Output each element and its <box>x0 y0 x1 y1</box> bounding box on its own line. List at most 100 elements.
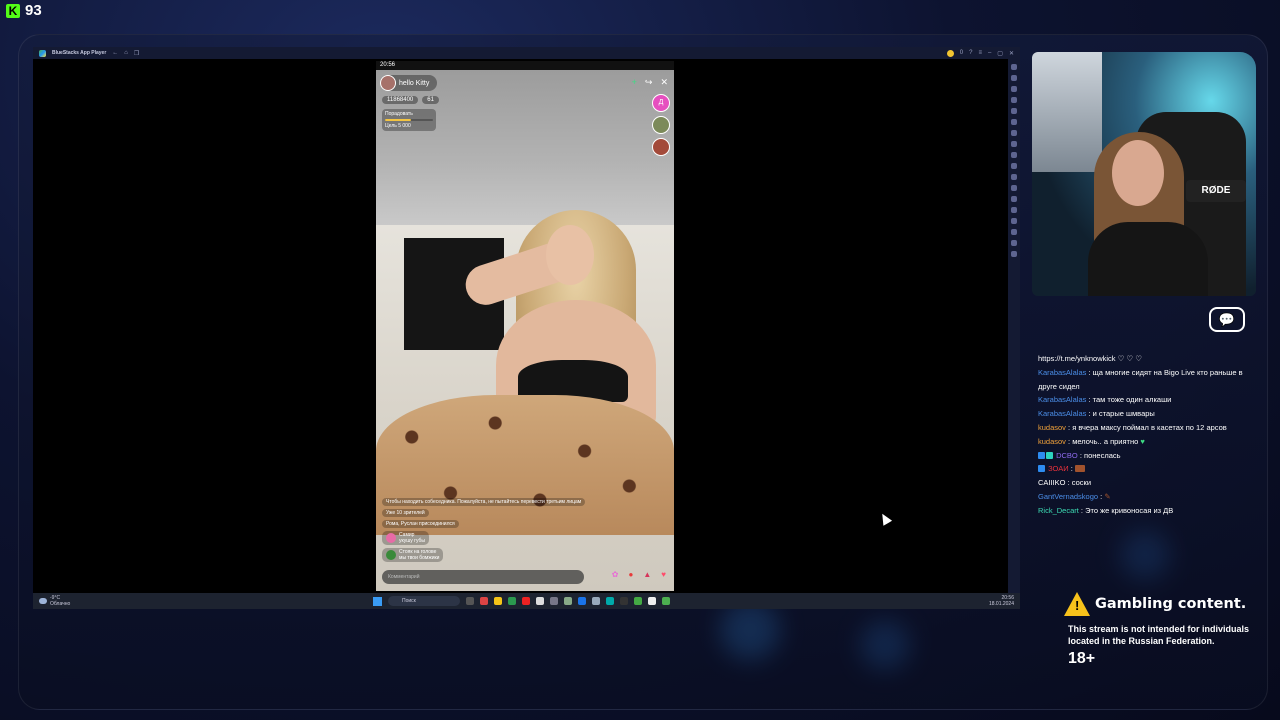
minimize-icon[interactable]: – <box>988 50 991 56</box>
chat-message: KarabasAlalas : ща многие сидят на Bigo … <box>1038 367 1243 391</box>
folder-icon[interactable] <box>494 597 502 605</box>
feed-notice: Чтобы находить собеседника. Пожалуйста, … <box>382 498 586 506</box>
chat-username[interactable]: KarabasAlalas <box>1038 368 1086 377</box>
sidebar-tool-icon[interactable] <box>1011 130 1017 136</box>
app-icon[interactable] <box>508 597 516 605</box>
phone-status-time: 20:56 <box>380 62 396 68</box>
kick-logo-icon: K <box>6 3 20 18</box>
close-icon[interactable]: ✕ <box>1009 50 1014 57</box>
chat-username[interactable]: kudasov <box>1038 437 1066 446</box>
emulator-titlebar: BlueStacks App Player ← ⌂ ❐ 0 ? ≡ – ▢ ✕ <box>33 47 1020 59</box>
chat-text: я вчера максу поймал в касетах по 12 арс… <box>1072 422 1227 432</box>
taskbar-clock[interactable]: 20:56 18.01.2024 <box>989 595 1014 607</box>
like-heart-icon[interactable]: ♥ <box>661 570 666 579</box>
webcam-background <box>1032 52 1102 172</box>
sidebar-tool-icon[interactable] <box>1011 185 1017 191</box>
sidebar-tool-icon[interactable] <box>1011 108 1017 114</box>
back-icon[interactable]: ← <box>112 50 118 56</box>
host-info[interactable]: hello Kitty <box>380 75 438 91</box>
follow-plus-icon[interactable]: + <box>632 77 637 88</box>
host-avatar[interactable] <box>380 75 396 91</box>
sidebar-tool-icon[interactable] <box>1011 196 1017 202</box>
live-feed: Чтобы находить собеседника. Пожалуйста, … <box>382 498 642 562</box>
settings-icon[interactable] <box>550 597 558 605</box>
rose-icon[interactable]: ● <box>628 570 633 579</box>
app-icon[interactable] <box>536 597 544 605</box>
sidebar-tool-icon[interactable] <box>1011 97 1017 103</box>
taskbar-search[interactable]: Поиск <box>388 596 460 606</box>
help-icon[interactable]: ? <box>969 50 972 56</box>
sidebar-tool-icon[interactable] <box>1011 251 1017 257</box>
app-icon[interactable] <box>592 597 600 605</box>
sidebar-tool-icon[interactable] <box>1011 207 1017 213</box>
app-icon[interactable] <box>648 597 656 605</box>
sidebar-tool-icon[interactable] <box>1011 152 1017 158</box>
windows-taskbar: -9°C Облачно Поиск 20:56 18.01.2024 <box>33 593 1020 609</box>
chat-message: ЗОАИ : <box>1038 462 1256 476</box>
sidebar-tool-icon[interactable] <box>1011 163 1017 169</box>
sidebar-tool-icon[interactable] <box>1011 119 1017 125</box>
goal-box[interactable]: Порадовать Цель 5 000 <box>382 109 436 131</box>
sidebar-tool-icon[interactable] <box>1011 240 1017 246</box>
gift-icon[interactable]: ✿ <box>612 570 619 579</box>
chat-message: KarabasAlalas : там тоже один алкаши <box>1038 395 1172 405</box>
feed-notice: Уже 10 зрителей <box>382 509 429 517</box>
chat-username[interactable]: KarabasAlalas <box>1038 395 1086 404</box>
streamer-figure <box>546 225 594 285</box>
sidebar-tool-icon[interactable] <box>1011 141 1017 147</box>
chat-feed: https://t.me/ynknowkick ♡ ♡ ♡ KarabasAla… <box>1038 352 1256 518</box>
chat-text: понеслась <box>1084 450 1121 460</box>
phone-screen: 20:56 hello Kitty 11868400 61 Порадовать… <box>376 61 674 591</box>
sidebar-tool-icon[interactable] <box>1011 75 1017 81</box>
chat-username[interactable]: ЗОАИ <box>1048 464 1069 473</box>
app-icon[interactable] <box>480 597 488 605</box>
sidebar-tool-icon[interactable] <box>1011 86 1017 92</box>
bluestacks-taskbar-icon[interactable] <box>662 597 670 605</box>
chat-message: kudasov : мелочь.. а приятно ♥ <box>1038 436 1145 446</box>
emote-icon: ✎ <box>1104 491 1111 501</box>
viewer-count-phone[interactable]: 61 <box>422 96 439 104</box>
sidebar-tool-icon[interactable] <box>1011 229 1017 235</box>
app-icon[interactable] <box>578 597 586 605</box>
chat-text: и старые шмвары <box>1092 409 1155 419</box>
chat-bubble-icon[interactable]: 💬 <box>1209 307 1245 332</box>
sidebar-tool-icon[interactable] <box>1011 174 1017 180</box>
warning-icon: ! <box>1064 592 1090 616</box>
app-icon[interactable] <box>634 597 642 605</box>
chat-username[interactable]: kudasov <box>1038 423 1066 432</box>
viewer-avatar[interactable] <box>652 116 670 134</box>
menu-icon[interactable]: ≡ <box>978 50 982 56</box>
windows-start-icon[interactable] <box>373 596 382 606</box>
chat-username[interactable]: DCBO <box>1056 451 1078 460</box>
cloud-icon <box>39 598 47 604</box>
app-icon[interactable] <box>564 597 572 605</box>
chat-username[interactable]: KarabasAlalas <box>1038 409 1086 418</box>
chat-username[interactable]: СAIIIKO <box>1038 478 1066 487</box>
emulator-sidebar <box>1008 59 1020 593</box>
task-view-icon[interactable] <box>466 597 474 605</box>
stream-header-area <box>376 70 674 225</box>
weather-widget[interactable]: -9°C Облачно <box>39 595 70 607</box>
app-icon[interactable] <box>606 597 614 605</box>
chat-username[interactable]: Rick_Decart <box>1038 506 1079 515</box>
tabs-icon[interactable]: ❐ <box>134 50 139 57</box>
chat-username[interactable]: GantVernadskogo <box>1038 492 1098 501</box>
comment-input[interactable]: Комментарий <box>382 570 584 584</box>
share-icon[interactable]: ↪ <box>645 77 653 88</box>
streamer-figure <box>1088 222 1208 296</box>
sidebar-tool-icon[interactable] <box>1011 64 1017 70</box>
taskbar-apps: Поиск <box>373 596 670 606</box>
sidebar-tool-icon[interactable] <box>1011 218 1017 224</box>
phone-bottom-bar: ✿ ● ▲ ♥ <box>612 570 666 579</box>
maximize-icon[interactable]: ▢ <box>997 50 1003 57</box>
lipstick-icon[interactable]: ▲ <box>643 570 651 579</box>
app-icon[interactable] <box>522 597 530 605</box>
feed-comment: Самир укушу губы <box>382 531 429 545</box>
top-viewers: Д <box>652 94 670 156</box>
bluestacks-logo-icon <box>39 49 46 57</box>
home-icon[interactable]: ⌂ <box>124 50 128 56</box>
app-icon[interactable] <box>620 597 628 605</box>
viewer-avatar[interactable]: Д <box>652 94 670 112</box>
close-stream-icon[interactable]: ✕ <box>660 77 668 88</box>
viewer-avatar[interactable] <box>652 138 670 156</box>
